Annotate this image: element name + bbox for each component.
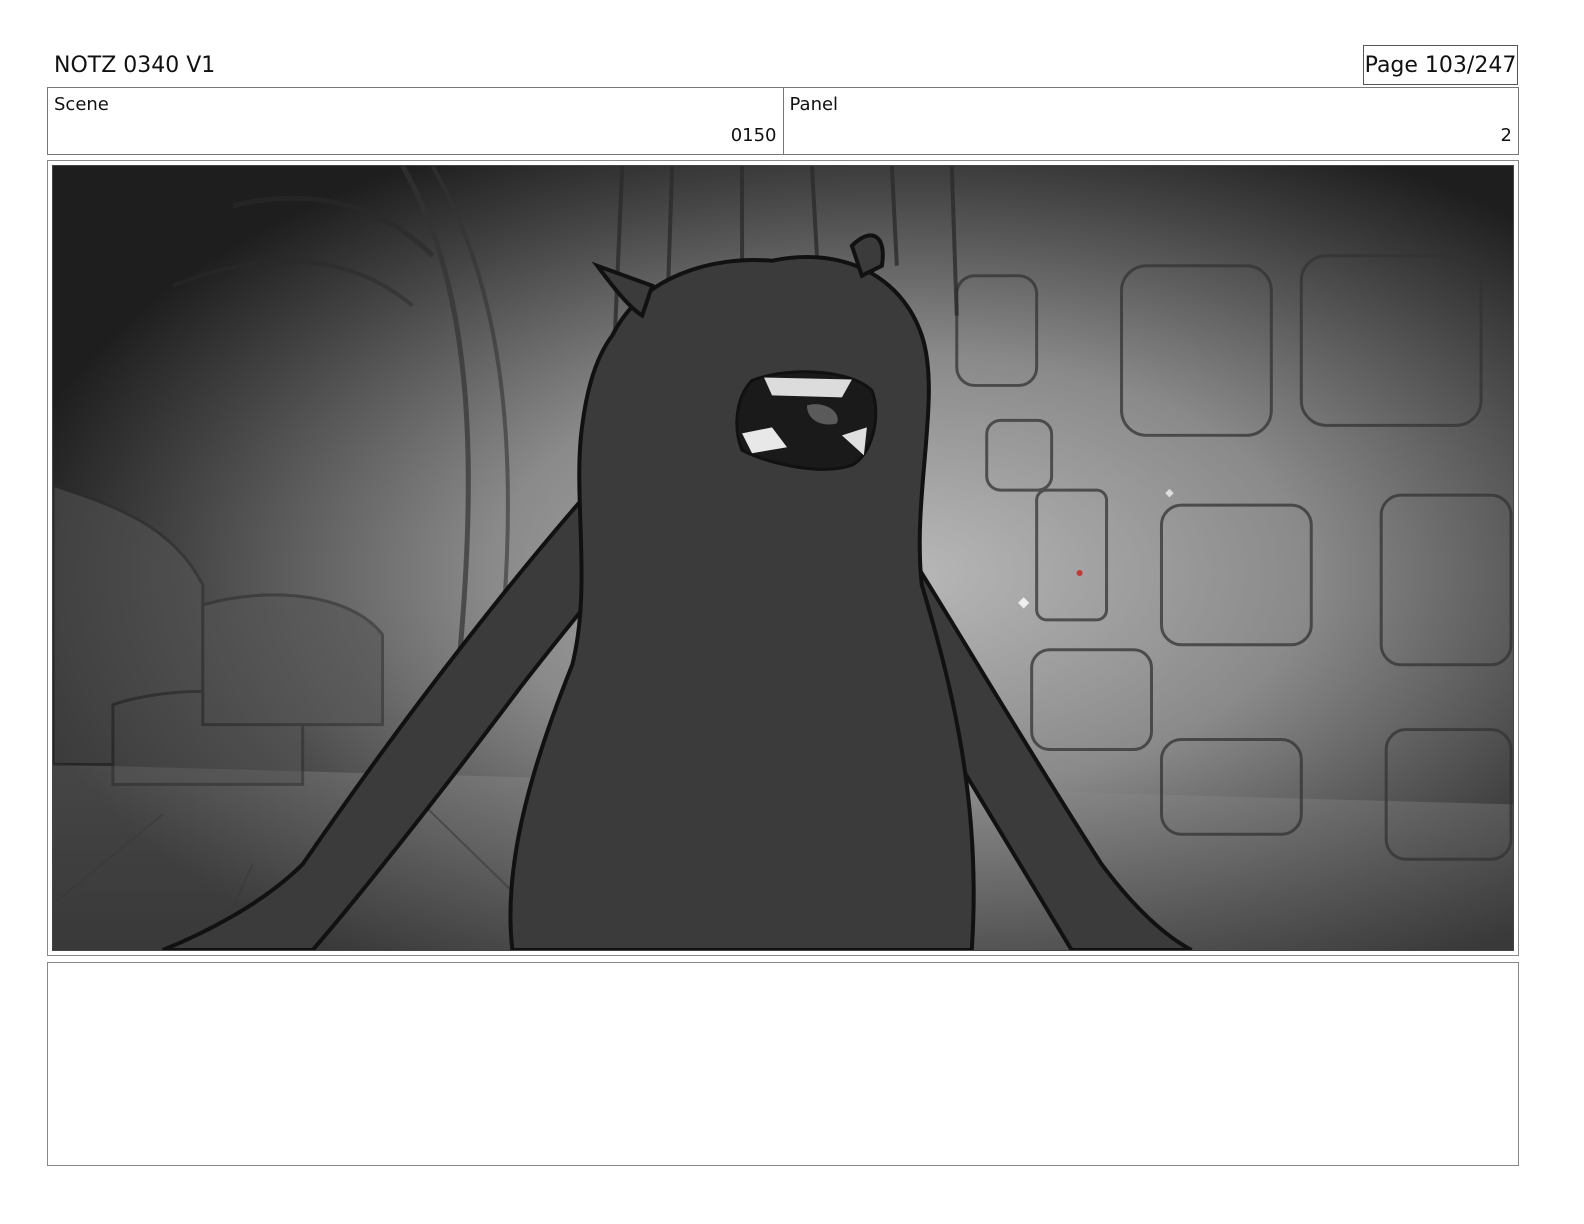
panel-value: 2: [1500, 125, 1512, 146]
scene-panel-info-row: Scene 0150 Panel 2: [47, 87, 1519, 155]
scene-label: Scene: [54, 94, 109, 115]
panel-label: Panel: [789, 94, 839, 115]
page-number-box: Page 103/247: [1363, 45, 1518, 85]
storyboard-drawing: [52, 165, 1514, 951]
panel-notes-box: [47, 962, 1519, 1166]
scene-cell: Scene 0150: [48, 88, 783, 154]
storyboard-sketch-image: [53, 166, 1513, 950]
panel-cell: Panel 2: [782, 88, 1519, 154]
page-number: Page 103/247: [1364, 52, 1517, 78]
storyboard-panel-frame: [47, 160, 1519, 956]
document-title: NOTZ 0340 V1: [54, 53, 216, 78]
scene-value: 0150: [730, 125, 777, 146]
